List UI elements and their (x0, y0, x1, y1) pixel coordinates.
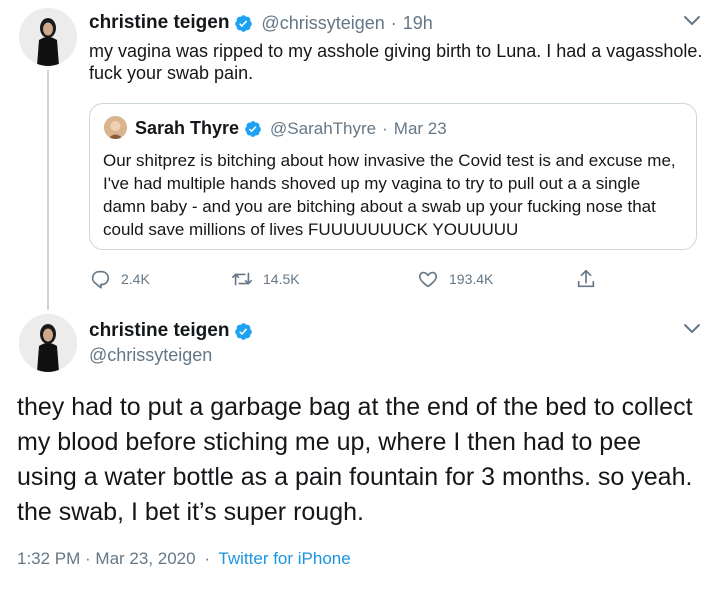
verified-badge-icon (234, 322, 253, 341)
reply-count: 2.4K (121, 271, 150, 287)
profile-photo (19, 8, 77, 66)
verified-badge-icon (244, 120, 262, 138)
separator-dot: · (390, 12, 397, 33)
author-handle[interactable]: @chrissyteigen (261, 13, 384, 34)
tweet-time[interactable]: 19h (403, 13, 433, 34)
quote-header: Sarah Thyre @SarahThyre · Mar 23 (135, 118, 447, 139)
quoted-tweet[interactable]: Sarah Thyre @SarahThyre · Mar 23 Our shi… (89, 103, 697, 250)
tweet-actions: 2.4K 14.5K 193.4K (89, 268, 629, 294)
author-name[interactable]: christine teigen (89, 12, 229, 34)
share-button[interactable] (575, 268, 597, 290)
retweet-count: 14.5K (263, 271, 300, 287)
separator-dot: · (382, 118, 388, 138)
author-name[interactable]: christine teigen (89, 320, 229, 342)
tweet-header: christine teigen (89, 320, 253, 342)
like-count: 193.4K (449, 271, 494, 287)
tweet-text: they had to put a garbage bag at the end… (17, 393, 693, 526)
reply-icon (91, 270, 110, 289)
chevron-down-icon[interactable] (683, 323, 701, 335)
reply-button[interactable]: 2.4K (89, 268, 150, 290)
quote-text: Our shitprez is bitching about how invas… (103, 151, 676, 239)
chevron-down-icon[interactable] (683, 15, 701, 27)
tweet-text: my vagina was ripped to my asshole givin… (89, 41, 703, 83)
tweet-header: christine teigen @chrissyteigen · 19h (89, 12, 433, 34)
quote-time: Mar 23 (393, 118, 447, 138)
tweet-timestamp[interactable]: 1:32 PM · Mar 23, 2020 (17, 549, 196, 568)
quote-avatar (104, 116, 127, 139)
share-icon (577, 269, 595, 288)
separator-dot: · (204, 549, 210, 568)
retweet-button[interactable]: 14.5K (231, 268, 300, 290)
quote-author-name: Sarah Thyre (135, 118, 240, 138)
verified-badge-icon (234, 14, 253, 33)
retweet-icon (232, 272, 252, 286)
heart-icon (418, 271, 438, 288)
tweet-source-link[interactable]: Twitter for iPhone (218, 549, 350, 568)
like-button[interactable]: 193.4K (417, 268, 493, 290)
thread-connector-line (47, 70, 49, 310)
author-handle[interactable]: @chrissyteigen (89, 345, 212, 366)
profile-photo (19, 314, 77, 372)
avatar[interactable] (19, 8, 77, 66)
avatar[interactable] (19, 314, 77, 372)
tweet-footer: 1:32 PM · Mar 23, 2020 · Twitter for iPh… (17, 549, 351, 569)
quote-author-handle: @SarahThyre (270, 118, 377, 138)
